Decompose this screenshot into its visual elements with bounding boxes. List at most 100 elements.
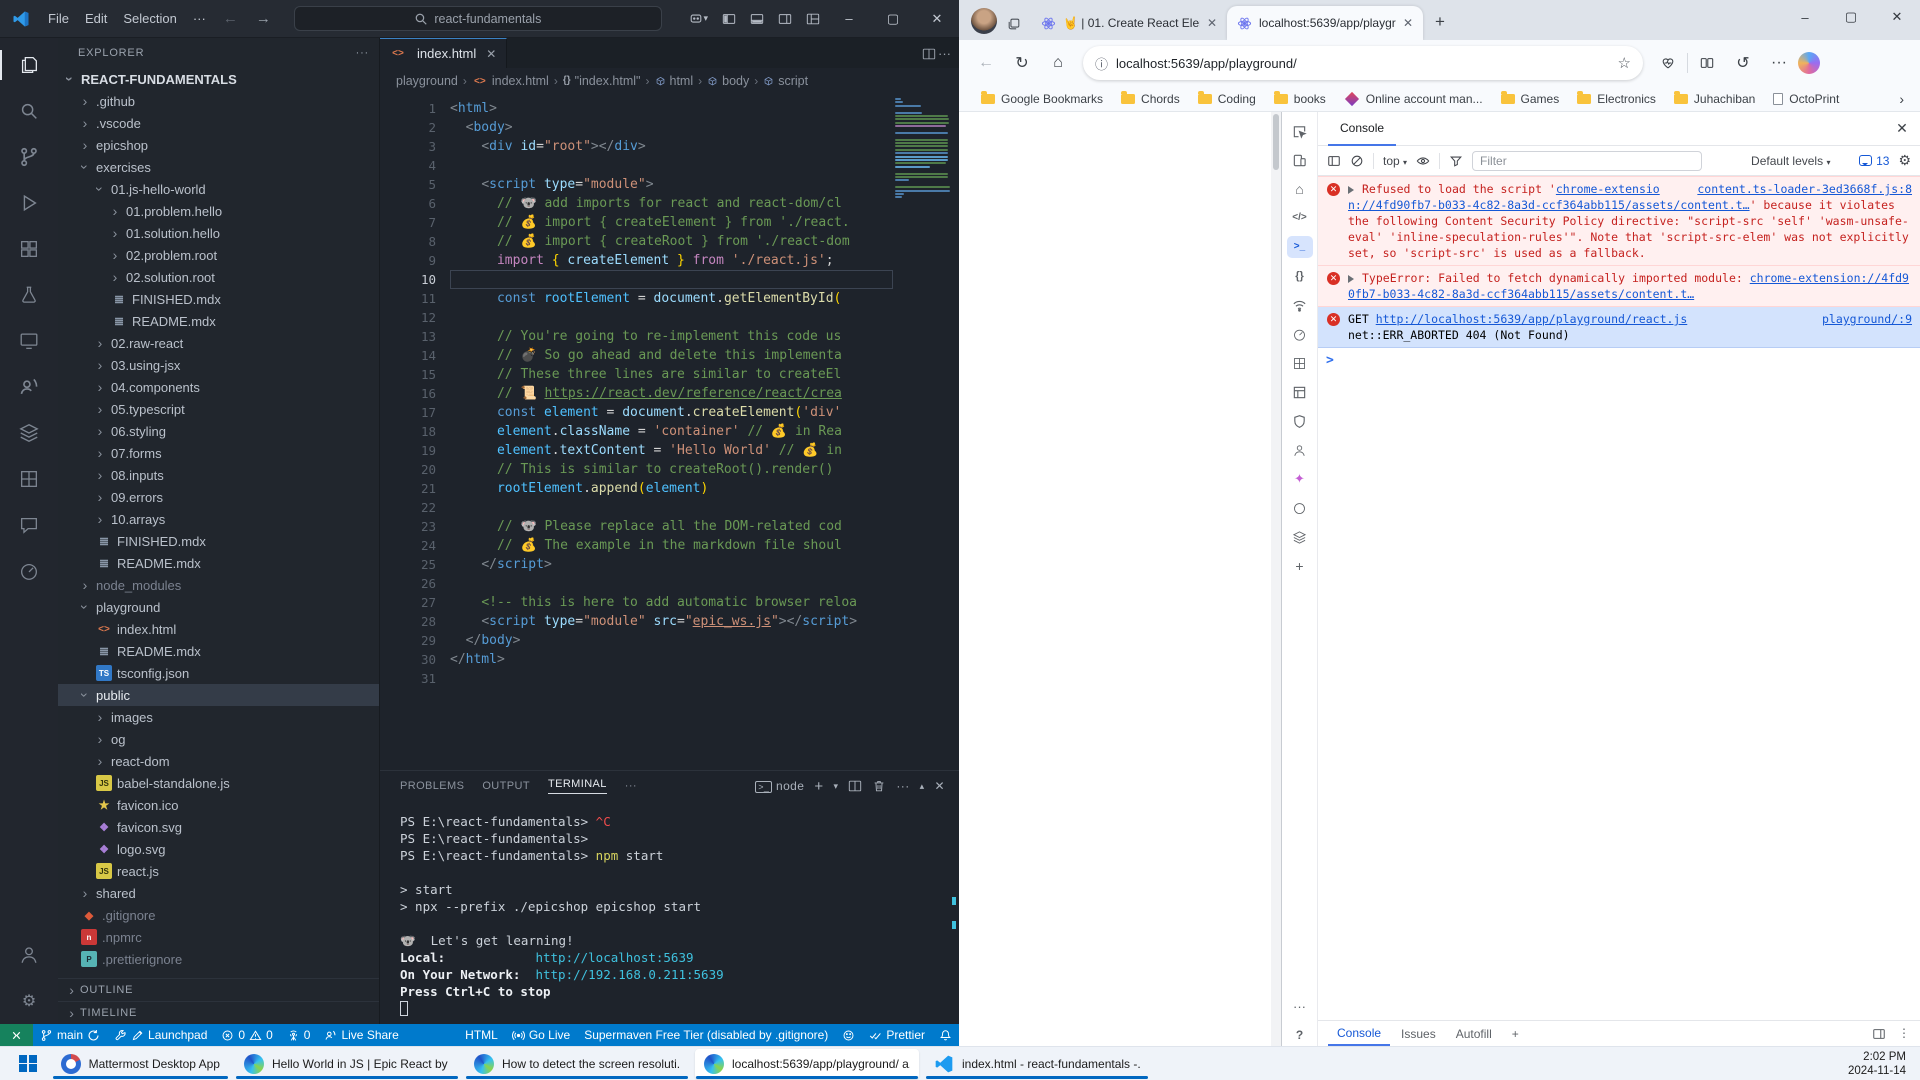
timeline-section[interactable]: ›TIMELINE [58,1001,379,1024]
status-launchpad[interactable]: Launchpad [107,1024,214,1046]
tab-index-html[interactable]: <> index.html ✕ [380,38,507,68]
tab-close-icon[interactable]: ✕ [1403,16,1413,30]
breadcrumb-item[interactable]: html [655,74,694,88]
tree-item-02-problem-root[interactable]: ›02.problem.root [58,244,379,266]
tree-item--prettierignore[interactable]: P.prettierignore [58,948,379,970]
tree-item-logo-svg[interactable]: ❖logo.svg [58,838,379,860]
live-expression-eye-icon[interactable] [1416,153,1430,168]
console-messages-badge[interactable]: 13 [1859,154,1889,168]
activity-extensions-icon[interactable] [0,226,58,272]
expand-caret-icon[interactable] [1348,275,1358,283]
new-tab-button[interactable]: + [1423,12,1457,32]
devtools-security-panel-icon[interactable] [1287,410,1313,432]
drawer-tab-console[interactable]: Console [1328,1022,1390,1046]
bookmark-chords[interactable]: Chords [1113,89,1188,109]
devtools-performance-panel-icon[interactable] [1287,323,1313,345]
activity-database-icon[interactable] [0,456,58,502]
source-link[interactable]: playground/:9 [1822,311,1912,327]
activity-testing-icon[interactable] [0,272,58,318]
taskbar-edge-button[interactable]: How to detect the screen resoluti... [465,1049,689,1079]
activity-explorer-icon[interactable] [0,42,58,88]
outline-section[interactable]: ›OUTLINE [58,978,379,1001]
log-levels-dropdown[interactable]: Default levels ▾ [1751,154,1830,168]
devtools-accessibility-panel-icon[interactable] [1287,439,1313,461]
status-supermaven[interactable]: Supermaven Free Tier (disabled by .gitig… [577,1024,835,1046]
status-remote-indicator[interactable] [0,1024,33,1046]
tree-item-08-inputs[interactable]: ›08.inputs [58,464,379,486]
workspaces-icon[interactable] [1007,15,1021,31]
tab-terminal[interactable]: TERMINAL [548,778,607,794]
panel-tabs-overflow[interactable]: ··· [625,780,637,792]
browser-settings-more-icon[interactable]: ··· [1762,46,1796,80]
devtools-inspect-element-icon[interactable] [1287,120,1313,142]
terminal-profile[interactable]: >_ node [755,779,804,793]
command-search-box[interactable]: react-fundamentals [294,6,662,31]
activity-containers-icon[interactable] [0,410,58,456]
console-prompt[interactable]: > [1318,348,1920,374]
tree-item--gitignore[interactable]: ◆.gitignore [58,904,379,926]
status-git-branch[interactable]: main [33,1024,107,1046]
menu-selection[interactable]: Selection [115,7,184,30]
tree-item-tsconfig-json[interactable]: TStsconfig.json [58,662,379,684]
window-minimize-button[interactable]: – [827,0,871,38]
tree-item-react-dom[interactable]: ›react-dom [58,750,379,772]
editor-more-icon[interactable]: ··· [938,46,951,61]
devtools-ai-assistance-icon[interactable]: ✦ [1287,468,1313,490]
tab-close-icon[interactable]: ✕ [1207,16,1217,30]
browser-tab-1[interactable]: 🤘 | 01. Create React Elements | 0✕ [1031,6,1227,40]
tree-item-05-typescript[interactable]: ›05.typescript [58,398,379,420]
tree-item--npmrc[interactable]: n.npmrc [58,926,379,948]
close-panel-icon[interactable]: ✕ [935,779,945,793]
context-selector[interactable]: top ▾ [1383,154,1407,168]
console-message-2[interactable]: ✕TypeError: Failed to fetch dynamically … [1318,266,1920,307]
devtools-sources-panel-icon[interactable]: {} [1287,265,1313,287]
tree-item-01-js-hello-world[interactable]: ›01.js-hello-world [58,178,379,200]
menu-file[interactable]: File [40,7,77,30]
drawer-tab-autofill[interactable]: Autofill [1447,1023,1501,1045]
bookmark-google-bookmarks[interactable]: Google Bookmarks [973,89,1111,109]
activity-live-share-icon[interactable] [0,364,58,410]
devtools-help-icon[interactable]: ? [1287,1024,1313,1046]
page-content[interactable] [959,112,1271,1046]
browser-close-button[interactable]: ✕ [1874,0,1920,34]
terminal-dropdown-icon[interactable]: ▾ [833,781,838,792]
bookmark-juhachiban[interactable]: Juhachiban [1666,89,1763,109]
activity-source-control-icon[interactable] [0,134,58,180]
tree-item-favicon-ico[interactable]: ★favicon.ico [58,794,379,816]
browser-tab-2[interactable]: localhost:5639/app/playground/✕ [1227,6,1423,40]
devtools-welcome-icon[interactable]: ⌂ [1287,178,1313,200]
terminal[interactable]: PS E:\react-fundamentals> ^CPS E:\react-… [380,801,959,1024]
status-prettier[interactable]: Prettier [862,1024,932,1046]
browser-maximize-button[interactable]: ▢ [1828,0,1874,34]
tree-item-01-problem-hello[interactable]: ›01.problem.hello [58,200,379,222]
customize-layout-icon[interactable] [799,7,827,31]
console-filter-input[interactable]: Filter [1472,151,1702,171]
tree-item-og[interactable]: ›og [58,728,379,750]
activity-accounts-icon[interactable] [0,932,58,978]
status-live-share[interactable]: Live Share [317,1024,405,1046]
console-sidebar-icon[interactable] [1327,153,1341,168]
tree-item-02-solution-root[interactable]: ›02.solution.root [58,266,379,288]
devtools-device-emulation-icon[interactable] [1287,149,1313,171]
tree-item-node-modules[interactable]: ›node_modules [58,574,379,596]
tab-output[interactable]: OUTPUT [482,780,530,792]
status-go-live[interactable]: Go Live [505,1024,577,1046]
devtools-memory-panel-icon[interactable] [1287,352,1313,374]
status-ports[interactable]: 0 [280,1024,318,1046]
tree-item-readme-mdx[interactable]: ≣README.mdx [58,552,379,574]
devtools-more-tools-icon[interactable]: + [1287,555,1313,577]
toggle-panel-icon[interactable] [743,7,771,31]
maximize-panel-icon[interactable]: ▴ [920,781,925,792]
tree-item-03-using-jsx[interactable]: ›03.using-jsx [58,354,379,376]
nav-forward-icon[interactable]: → [247,8,280,29]
bookmark-electronics[interactable]: Electronics [1569,89,1664,109]
tree-item-public[interactable]: ›public [58,684,379,706]
drawer-tab-issues[interactable]: Issues [1392,1023,1445,1045]
split-screen-icon[interactable] [1690,46,1724,80]
breadcrumb-item[interactable]: playground [396,74,458,88]
taskbar-edge-button[interactable]: localhost:5639/app/playground/ a... [695,1049,919,1079]
favorites-star-icon[interactable]: ☆ [1618,54,1631,72]
menu-edit[interactable]: Edit [77,7,115,30]
address-bar[interactable]: ⓘ localhost:5639/app/playground/ ☆ [1083,46,1643,80]
page-scrollbar[interactable] [1271,112,1281,1046]
